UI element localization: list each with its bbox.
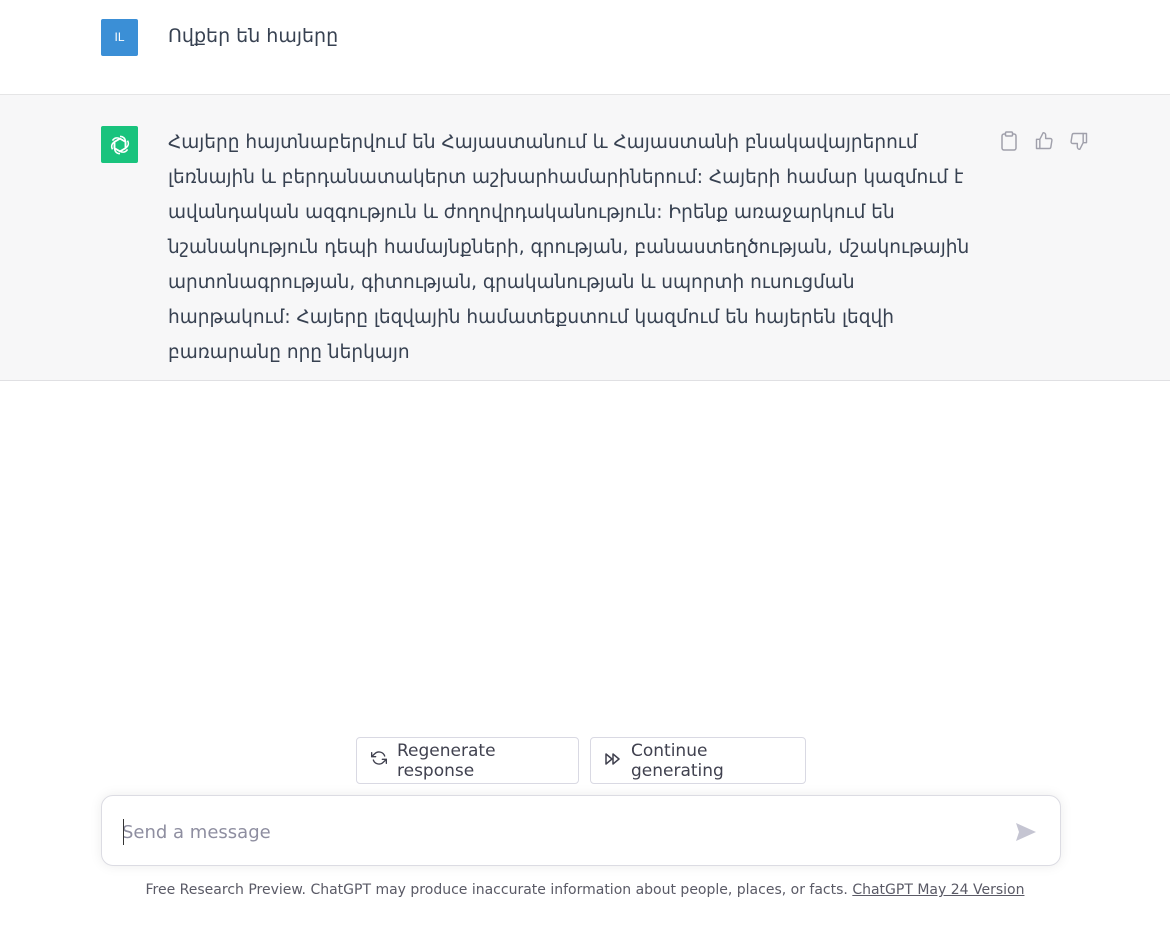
footer-text: Free Research Preview. ChatGPT may produ… [145, 882, 853, 898]
message-composer [101, 795, 1061, 866]
generation-controls: Regenerate response Continue generating [356, 737, 806, 784]
clipboard-icon[interactable] [997, 129, 1021, 153]
message-input[interactable] [122, 818, 982, 846]
user-message-row: IL Ովքեր են հայերը [0, 0, 1170, 95]
continue-label: Continue generating [631, 740, 724, 781]
send-icon[interactable] [1010, 816, 1042, 848]
message-actions [997, 129, 1091, 153]
regenerate-icon [371, 750, 387, 771]
openai-logo-icon [101, 126, 138, 163]
user-avatar: IL [101, 19, 138, 56]
thumbs-down-icon[interactable] [1067, 129, 1091, 153]
assistant-message-text: Հայերը հայտնաբերվում են Հայաստանում և Հա… [168, 132, 970, 363]
version-link[interactable]: ChatGPT May 24 Version [852, 882, 1024, 898]
fast-forward-icon [605, 751, 621, 771]
chat-page: IL Ովքեր են հայերը Հայերը հայտնաբերվում … [0, 0, 1170, 926]
user-message-text: Ովքեր են հայերը [168, 25, 339, 47]
regenerate-response-button[interactable]: Regenerate response [356, 737, 579, 784]
text-caret [123, 819, 124, 845]
continue-generating-button[interactable]: Continue generating [590, 737, 806, 784]
thumbs-up-icon[interactable] [1032, 129, 1056, 153]
footer-disclaimer: Free Research Preview. ChatGPT may produ… [0, 882, 1170, 898]
assistant-message-row: Հայերը հայտնաբերվում են Հայաստանում և Հա… [0, 95, 1170, 381]
regenerate-label: Regenerate response [397, 740, 496, 781]
